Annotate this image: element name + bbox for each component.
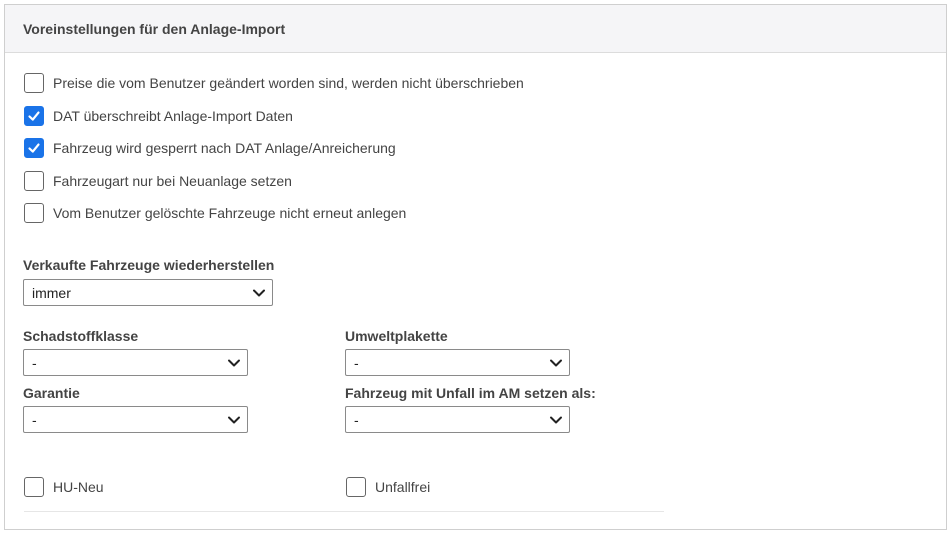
checkbox[interactable]: [24, 477, 44, 497]
checkbox-label: HU-Neu: [53, 479, 104, 495]
option-lock-vehicle[interactable]: Fahrzeug wird gesperrt nach DAT Anlage/A…: [24, 137, 396, 159]
option-dat-overwrites[interactable]: DAT überschreibt Anlage-Import Daten: [24, 105, 293, 127]
select-value: immer: [32, 284, 71, 301]
option-skip-deleted-vehicles[interactable]: Vom Benutzer gelöschte Fahrzeuge nicht e…: [24, 202, 406, 224]
checkbox[interactable]: [24, 203, 44, 223]
option-keep-user-prices[interactable]: Preise die vom Benutzer geändert worden …: [24, 72, 524, 94]
option-vehicle-type-new-only[interactable]: Fahrzeugart nur bei Neuanlage setzen: [24, 170, 292, 192]
chevron-down-icon: [550, 359, 562, 366]
checkbox-label: Vom Benutzer gelöschte Fahrzeuge nicht e…: [53, 205, 407, 221]
select-value: -: [32, 354, 37, 371]
checkbox-label: Unfallfrei: [375, 479, 431, 495]
accident-label: Fahrzeug mit Unfall im AM setzen als:: [345, 385, 596, 401]
divider: [24, 511, 664, 512]
chevron-down-icon: [228, 359, 240, 366]
checkbox[interactable]: [24, 138, 44, 158]
warranty-label: Garantie: [23, 385, 80, 401]
restore-select[interactable]: immer: [23, 279, 273, 306]
checkmark-icon: [28, 111, 40, 121]
checkbox[interactable]: [346, 477, 366, 497]
checkbox-label: Fahrzeugart nur bei Neuanlage setzen: [53, 173, 292, 189]
warranty-select[interactable]: -: [23, 406, 248, 433]
chevron-down-icon: [228, 416, 240, 423]
option-unfallfrei[interactable]: Unfallfrei: [346, 476, 430, 498]
checkbox[interactable]: [24, 73, 44, 93]
chevron-down-icon: [253, 289, 265, 296]
select-value: -: [354, 354, 359, 371]
emission-label: Schadstoffklasse: [23, 328, 139, 344]
badge-label: Umweltplakette: [345, 328, 448, 344]
checkbox[interactable]: [24, 171, 44, 191]
accident-select[interactable]: -: [345, 406, 570, 433]
emission-select[interactable]: -: [23, 349, 248, 376]
panel-title: Voreinstellungen für den Anlage-Import: [23, 20, 286, 37]
import-settings-panel: Voreinstellungen für den Anlage-Import P…: [4, 4, 947, 530]
checkbox-label: Fahrzeug wird gesperrt nach DAT Anlage/A…: [53, 140, 396, 156]
select-value: -: [32, 411, 37, 428]
badge-select[interactable]: -: [345, 349, 570, 376]
checkmark-icon: [28, 143, 40, 153]
checkbox[interactable]: [24, 106, 44, 126]
checkbox-label: DAT überschreibt Anlage-Import Daten: [53, 108, 293, 124]
checkbox-label: Preise die vom Benutzer geändert worden …: [53, 75, 524, 91]
select-value: -: [354, 411, 359, 428]
option-hu-neu[interactable]: HU-Neu: [24, 476, 104, 498]
chevron-down-icon: [550, 416, 562, 423]
restore-label: Verkaufte Fahrzeuge wiederherstellen: [23, 257, 275, 273]
panel-header: Voreinstellungen für den Anlage-Import: [5, 5, 946, 53]
